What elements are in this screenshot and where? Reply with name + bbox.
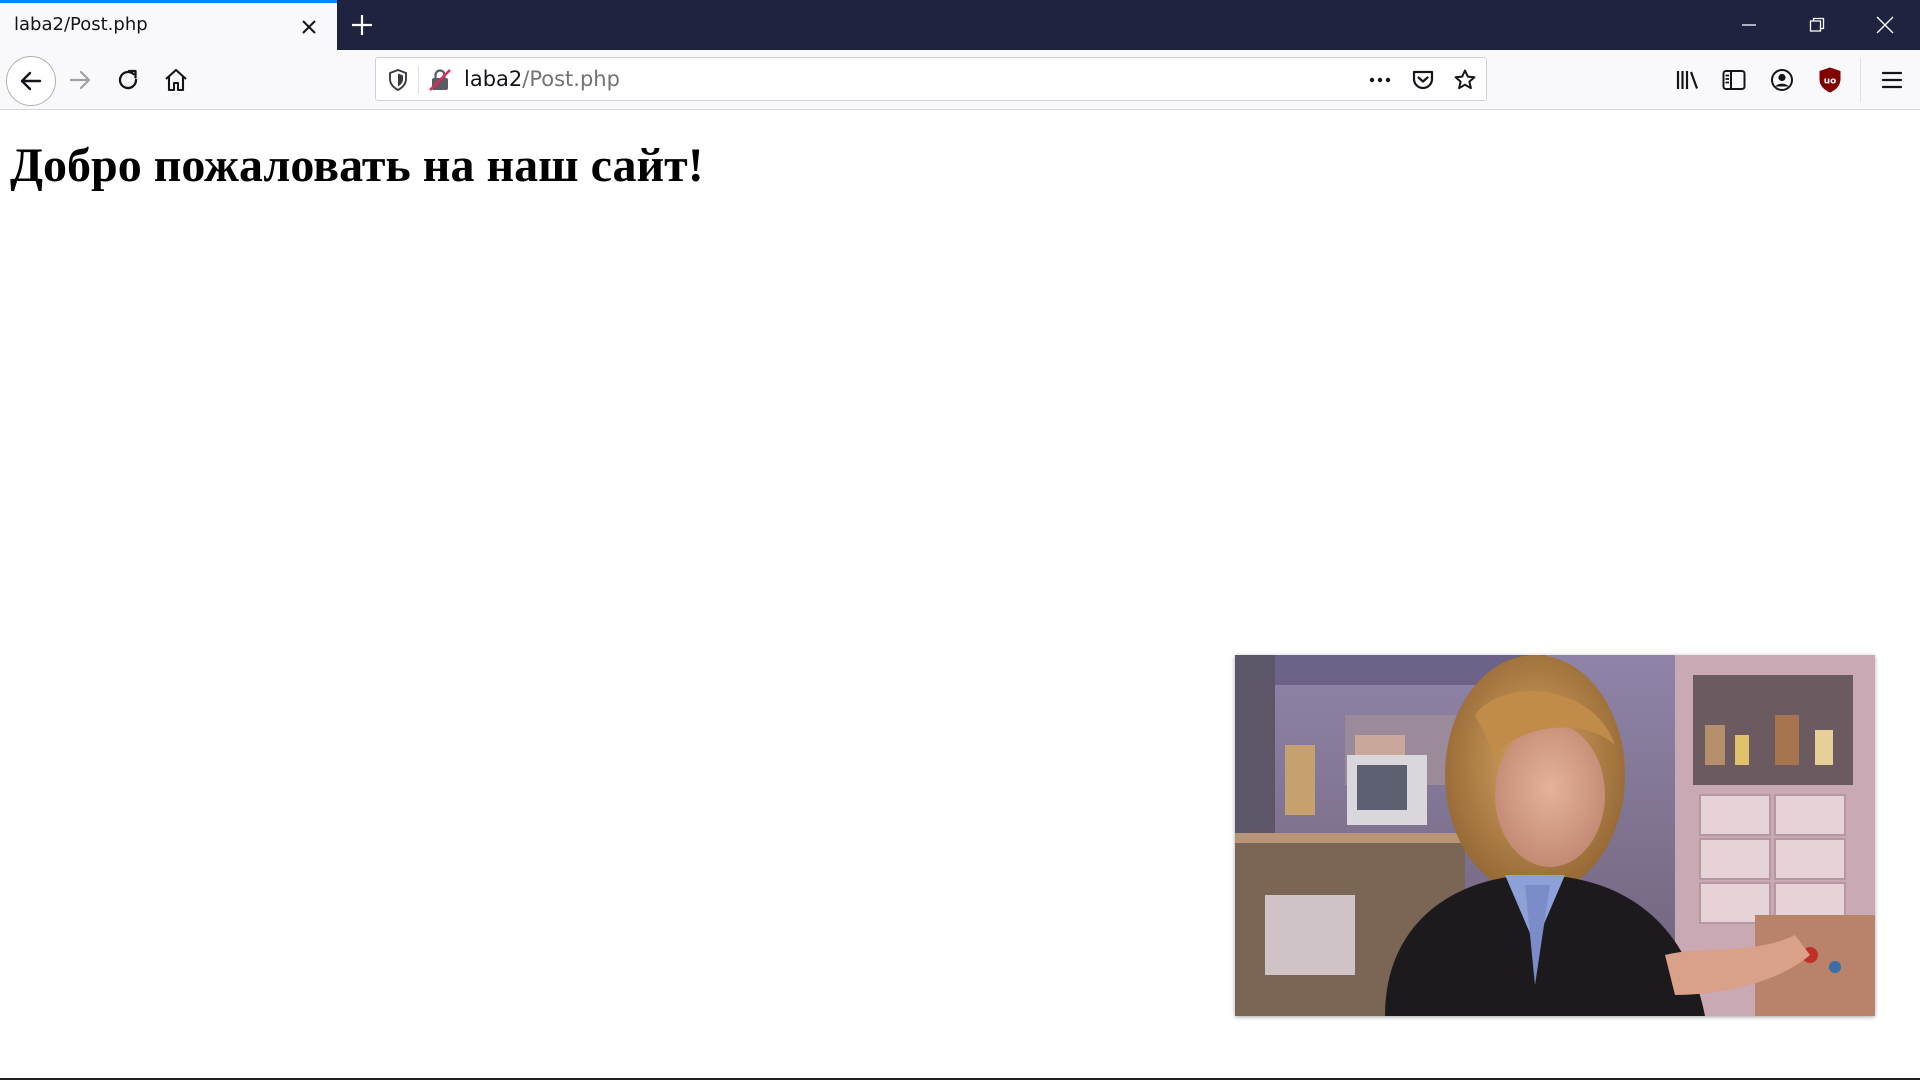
minimize-icon[interactable]: [1714, 0, 1784, 50]
star-icon[interactable]: [1453, 68, 1477, 92]
close-icon[interactable]: [298, 16, 320, 38]
address-bar[interactable]: laba2/Post.php: [375, 57, 1487, 101]
arrow-right-icon[interactable]: [60, 60, 100, 100]
sidebar-icon[interactable]: [1714, 60, 1754, 100]
pocket-icon[interactable]: [1411, 68, 1435, 92]
ublock-icon[interactable]: uo: [1810, 60, 1850, 100]
svg-text:uo: uo: [1824, 77, 1837, 87]
navigation-toolbar: laba2/Post.php uo: [0, 50, 1920, 110]
tab-strip: laba2/Post.php: [0, 0, 1920, 50]
more-icon[interactable]: [1368, 68, 1392, 92]
arrow-left-icon[interactable]: [6, 56, 56, 106]
account-icon[interactable]: [1762, 60, 1802, 100]
shield-icon[interactable]: [386, 68, 410, 92]
animated-image: [1235, 655, 1875, 1016]
tab-title: laba2/Post.php: [14, 14, 148, 35]
page-heading: Добро пожаловать на наш сайт!: [10, 139, 704, 192]
reload-icon[interactable]: [108, 60, 148, 100]
library-icon[interactable]: [1668, 60, 1708, 100]
close-window-icon[interactable]: [1850, 0, 1920, 50]
hamburger-icon[interactable]: [1872, 60, 1912, 100]
toolbar-separator: [1860, 58, 1861, 102]
plus-icon[interactable]: [348, 11, 376, 39]
active-tab[interactable]: laba2/Post.php: [0, 0, 337, 50]
url-host: laba2: [464, 67, 523, 91]
url-path: /Post.php: [522, 67, 620, 91]
insecure-lock-icon[interactable]: [428, 68, 452, 92]
url-text[interactable]: laba2/Post.php: [464, 67, 620, 91]
home-icon[interactable]: [156, 60, 196, 100]
url-separator: [418, 66, 419, 94]
restore-icon[interactable]: [1782, 0, 1852, 50]
